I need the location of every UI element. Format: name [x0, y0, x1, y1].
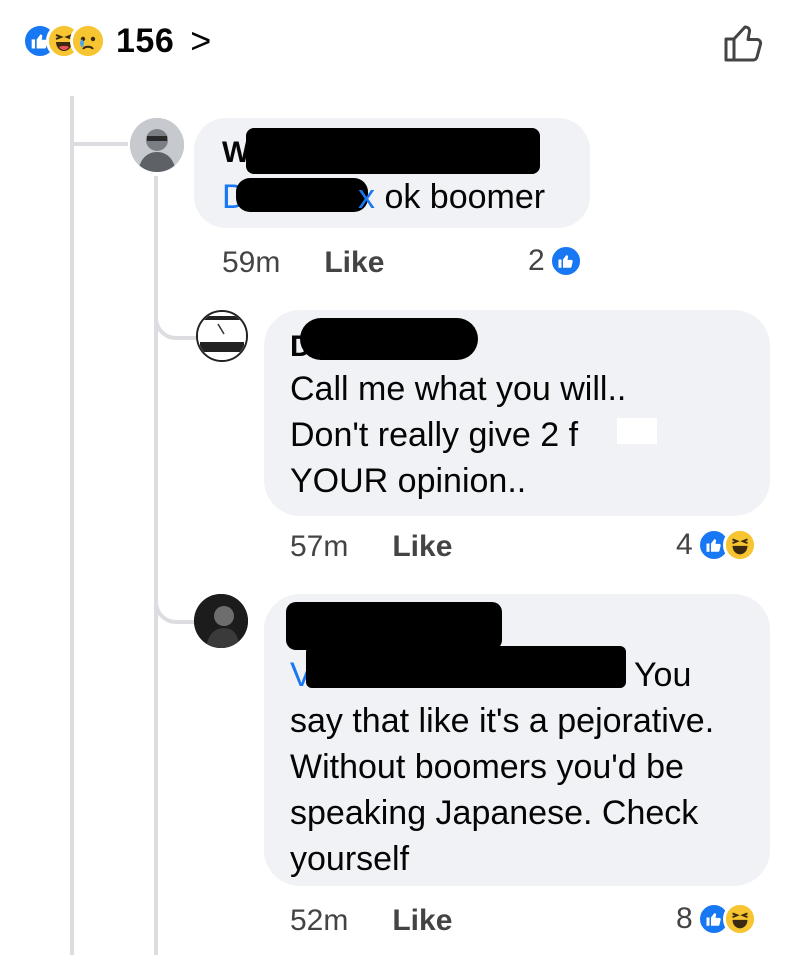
comment-line: say that like it's a pejorative.	[290, 702, 715, 740]
comment-meta: 52m Like	[290, 904, 452, 938]
redaction	[286, 602, 502, 650]
redaction	[236, 178, 368, 212]
mention-tail[interactable]: x	[358, 178, 375, 216]
like-outline-icon[interactable]	[722, 20, 766, 64]
redaction	[246, 128, 540, 174]
like-icon	[548, 244, 583, 278]
comment-line: Call me what you will..	[290, 370, 627, 408]
comment-line: YOUR opinion..	[290, 462, 527, 500]
redaction	[300, 318, 478, 360]
thread-line-main	[70, 96, 74, 955]
reaction-count: 2	[528, 244, 545, 277]
haha-icon	[722, 528, 757, 562]
thread-elbow	[154, 590, 198, 624]
like-button[interactable]: Like	[392, 530, 452, 564]
timestamp[interactable]: 52m	[290, 904, 348, 938]
redaction	[306, 646, 626, 688]
comment-meta: 57m Like	[290, 530, 452, 564]
reaction-count: 4	[676, 528, 693, 561]
comment-reactions[interactable]: 2	[528, 244, 583, 278]
comment-text: x ok boomer	[358, 178, 546, 216]
reaction-summary[interactable]: 156 >	[22, 18, 211, 64]
reaction-count: 156	[116, 21, 175, 60]
reaction-count: 8	[676, 902, 693, 935]
sad-icon	[70, 23, 106, 59]
censor-box	[617, 418, 657, 444]
thread-elbow	[154, 306, 198, 340]
comment-line: Without boomers you'd be	[290, 748, 684, 786]
comment-line: yourself	[290, 840, 410, 878]
comment-line: Don't really give 2 f	[290, 416, 579, 454]
reaction-icons	[22, 23, 106, 59]
comment-reactions[interactable]: 4	[676, 528, 757, 562]
like-button[interactable]: Like	[324, 246, 384, 280]
haha-icon	[722, 902, 757, 936]
comment-text: You	[634, 656, 692, 694]
avatar[interactable]	[196, 310, 248, 362]
thread-elbow	[70, 116, 128, 146]
timestamp[interactable]: 59m	[222, 246, 280, 280]
avatar[interactable]	[194, 594, 248, 648]
comment-reactions[interactable]: 8	[676, 902, 757, 936]
thread-line-replies	[154, 176, 158, 955]
chevron-right-icon: >	[190, 20, 212, 61]
comment-meta: 59m Like	[222, 246, 384, 280]
avatar[interactable]	[130, 118, 184, 172]
timestamp[interactable]: 57m	[290, 530, 348, 564]
like-button[interactable]: Like	[392, 904, 452, 938]
comment-line: speaking Japanese. Check	[290, 794, 699, 832]
